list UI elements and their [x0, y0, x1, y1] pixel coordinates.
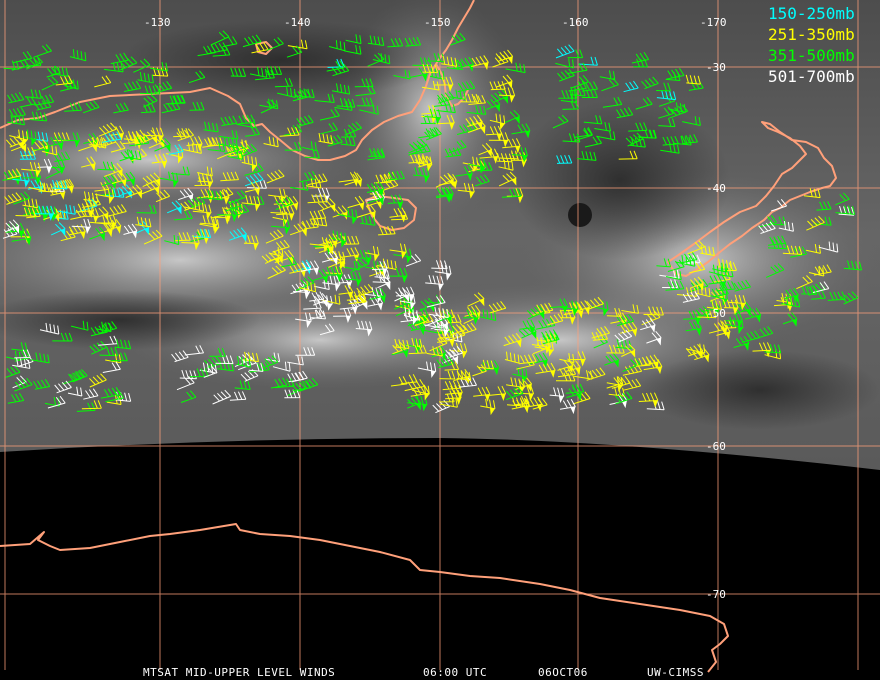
legend-item-150-250: 150-250mb — [768, 4, 855, 23]
source-label: UW-CIMSS — [647, 666, 704, 679]
longitude-label: -130 — [144, 16, 171, 29]
latitude-label: -40 — [706, 182, 726, 195]
date-label: 06OCT06 — [538, 666, 588, 679]
time-label: 06:00 UTC — [423, 666, 487, 679]
latitude-label: -50 — [706, 307, 726, 320]
antarctica-coastline — [0, 523, 729, 673]
map-view: -130 -140 -150 -160 -170 -30 -40 -50 -60… — [0, 0, 880, 680]
legend-item-251-350: 251-350mb — [768, 25, 855, 44]
longitude-label: -160 — [562, 16, 589, 29]
latitude-label: -70 — [706, 588, 726, 601]
longitude-label: -150 — [424, 16, 451, 29]
map-canvas: -130 -140 -150 -160 -170 -30 -40 -50 -60… — [0, 0, 880, 679]
longitude-label: -170 — [700, 16, 727, 29]
title-bar: MTSAT MID-UPPER LEVEL WINDS 06:00 UTC 06… — [143, 666, 704, 679]
legend-item-351-500: 351-500mb — [768, 46, 855, 65]
latitude-label: -60 — [706, 440, 726, 453]
longitude-label: -140 — [284, 16, 311, 29]
product-title: MTSAT MID-UPPER LEVEL WINDS — [143, 666, 335, 679]
latitude-label: -30 — [706, 61, 726, 74]
legend-item-501-700: 501-700mb — [768, 67, 855, 86]
